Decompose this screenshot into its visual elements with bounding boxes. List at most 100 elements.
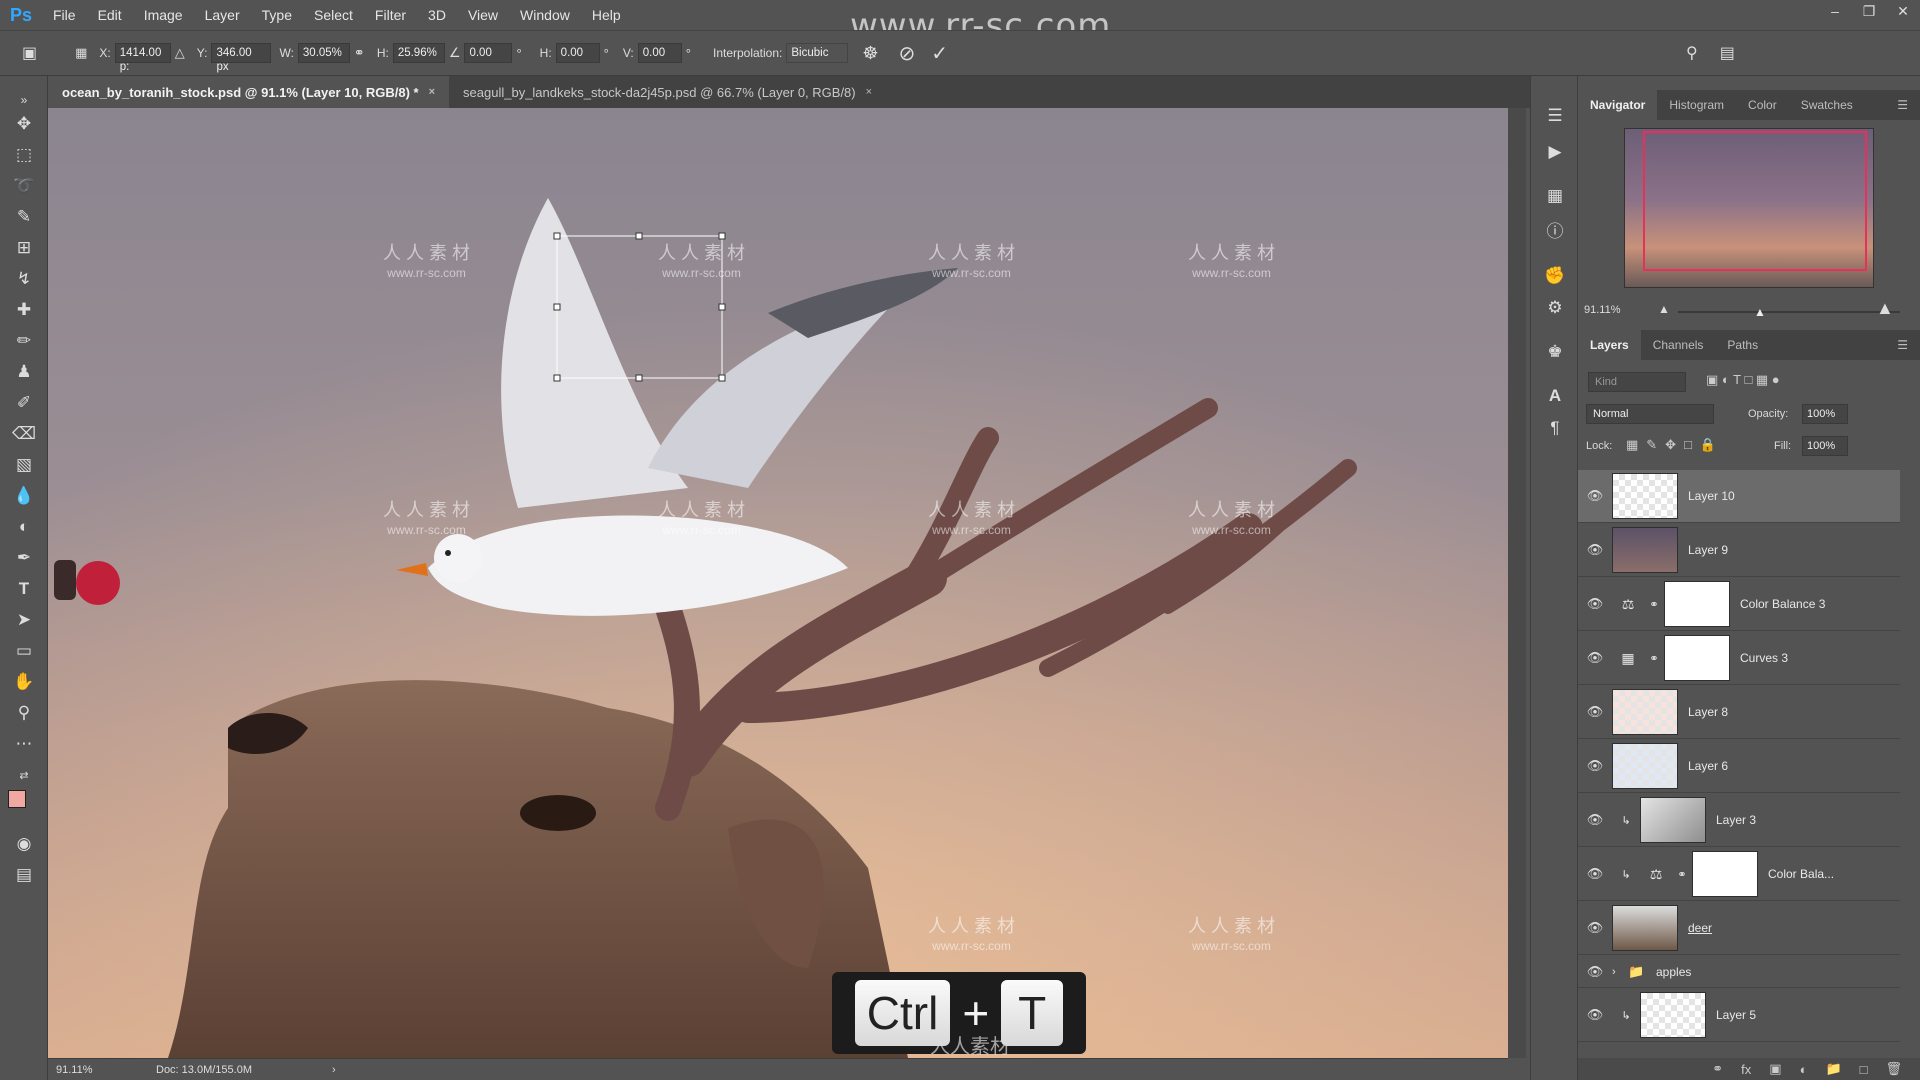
height-field[interactable]: 25.96% [392,43,445,63]
navigator-thumbnail[interactable] [1624,128,1874,288]
hand-tool-icon[interactable]: ✋ [9,668,39,696]
visibility-eye-icon[interactable]: 👁 [1578,704,1612,720]
panel-menu-icon[interactable]: ☰ [1885,90,1920,120]
v-skew-field[interactable]: 0.00 [637,43,682,63]
layer-row[interactable]: 👁 ⚖ ⚭ Color Balance 3 [1578,578,1900,631]
tab-seagull-document[interactable]: seagull_by_landkeks_stock-da2j45p.psd @ … [449,76,887,108]
tab-close-icon[interactable]: × [429,86,435,98]
navigator-zoom[interactable]: 91.11% [1584,304,1621,316]
tab-histogram[interactable]: Histogram [1657,90,1736,120]
tab-layers[interactable]: Layers [1578,330,1641,360]
zoom-tool-icon[interactable]: ⚲ [9,699,39,727]
zoom-in-icon[interactable]: ▲ [1876,298,1894,319]
menu-window[interactable]: Window [509,0,581,30]
status-arrow-icon[interactable]: › [332,1064,336,1076]
layer-row[interactable]: 👁 Layer 8 [1578,686,1900,739]
y-field[interactable]: 346.00 px [211,43,272,73]
layer-row[interactable]: 👁 ↳ ⚖ ⚭ Color Bala... [1578,848,1900,901]
mask-link-icon[interactable]: ⚭ [1644,598,1664,611]
fill-field[interactable]: 100% [1802,436,1848,456]
cancel-transform-icon[interactable]: ⊘ [899,41,916,66]
layer-row[interactable]: 👁 ↳ Layer 5 [1578,989,1900,1042]
layer-row[interactable]: 👁 Layer 9 [1578,524,1900,577]
menu-type[interactable]: Type [251,0,303,30]
mask-link-icon[interactable]: ⚭ [1644,652,1664,665]
brush-settings-icon[interactable]: ✊ [1541,262,1569,290]
restore-icon[interactable]: ❐ [1852,0,1886,24]
navigator-view-box[interactable] [1643,131,1867,271]
layer-row[interactable]: 👁 Layer 10 [1578,470,1900,523]
visibility-eye-icon[interactable]: 👁 [1578,596,1612,612]
menu-view[interactable]: View [457,0,509,30]
brush-tool-icon[interactable]: ✏ [9,327,39,355]
history-panel-icon[interactable]: ☰ [1541,102,1569,130]
tab-channels[interactable]: Channels [1641,330,1716,360]
visibility-eye-icon[interactable]: 👁 [1578,542,1612,558]
dodge-tool-icon[interactable]: ◐ [9,513,39,541]
healing-brush-tool-icon[interactable]: ✚ [9,296,39,324]
swap-colors-icon[interactable]: ⇄ [9,762,39,790]
zoom-level[interactable]: 91.11% [56,1064,136,1076]
tab-color[interactable]: Color [1736,90,1789,120]
foreground-color-swatch[interactable] [8,790,26,808]
menu-edit[interactable]: Edit [87,0,133,30]
quick-mask-icon[interactable]: ◉ [9,830,39,858]
clone-stamp-tool-icon[interactable]: ♟ [9,358,39,386]
visibility-eye-icon[interactable]: 👁 [1578,812,1612,828]
commit-transform-icon[interactable]: ✓ [931,41,948,66]
layer-group-row[interactable]: 👁 › 📁 apples [1578,956,1900,988]
tab-paths[interactable]: Paths [1715,330,1770,360]
eraser-tool-icon[interactable]: ⌫ [9,420,39,448]
rectangle-tool-icon[interactable]: ▭ [9,637,39,665]
workspace-icon[interactable]: ▤ [1720,43,1735,63]
mask-link-icon[interactable]: ⚭ [1672,868,1692,881]
new-layer-icon[interactable]: □ [1860,1062,1868,1077]
layer-filter-kind[interactable]: Kind [1588,372,1686,392]
width-field[interactable]: 30.05% [297,43,350,63]
path-selection-tool-icon[interactable]: ➤ [9,606,39,634]
blur-tool-icon[interactable]: 💧 [9,482,39,510]
interpolation-select[interactable]: Bicubic [786,43,849,63]
menu-filter[interactable]: Filter [364,0,417,30]
visibility-eye-icon[interactable]: 👁 [1578,758,1612,774]
visibility-eye-icon[interactable]: 👁 [1578,866,1612,882]
blend-mode-select[interactable]: Normal [1586,404,1714,424]
more-tools-icon[interactable]: ⋯ [9,730,39,758]
group-expand-chevron-icon[interactable]: › [1612,966,1628,978]
gradient-tool-icon[interactable]: ▧ [9,451,39,479]
adjustments-panel-icon[interactable]: ▦ [1541,182,1569,210]
close-icon[interactable]: ✕ [1886,0,1920,24]
lasso-tool-icon[interactable]: ➰ [9,172,39,200]
character-panel-icon[interactable]: A [1541,382,1569,410]
angle-field[interactable]: 0.00 [464,43,513,63]
menu-layer[interactable]: Layer [194,0,251,30]
crop-tool-icon[interactable]: ⊞ [9,234,39,262]
layer-row[interactable]: 👁 Layer 6 [1578,740,1900,793]
visibility-eye-icon[interactable]: 👁 [1578,964,1612,980]
h-skew-field[interactable]: 0.00 [555,43,600,63]
layer-filter-icons[interactable]: ▣ ◐ T □ ▦ ● [1706,372,1886,392]
warp-mode-icon[interactable]: ☸ [862,43,878,64]
paragraph-panel-icon[interactable]: ¶ [1541,414,1569,442]
menu-3d[interactable]: 3D [417,0,457,30]
visibility-eye-icon[interactable]: 👁 [1578,1007,1612,1023]
search-icon[interactable]: ⚲ [1686,43,1698,63]
history-brush-tool-icon[interactable]: ✐ [9,389,39,417]
opacity-field[interactable]: 100% [1802,404,1848,424]
pen-tool-icon[interactable]: ✒ [9,544,39,572]
vertical-scrollbar[interactable] [1508,108,1526,1058]
type-tool-icon[interactable]: T [9,575,39,603]
layer-row[interactable]: 👁 ▦ ⚭ Curves 3 [1578,632,1900,685]
eyedropper-tool-icon[interactable]: ↯ [9,265,39,293]
menu-help[interactable]: Help [581,0,632,30]
delete-layer-icon[interactable]: 🗑 [1885,1061,1902,1077]
link-layers-icon[interactable]: ⚭ [1712,1061,1723,1077]
quick-select-tool-icon[interactable]: ✎ [9,203,39,231]
zoom-slider-thumb[interactable]: ▲ [1754,305,1766,319]
layer-row[interactable]: 👁 ↳ Layer 3 [1578,794,1900,847]
fx-icon[interactable]: fx [1741,1062,1751,1077]
screen-mode-icon[interactable]: ▤ [9,861,39,889]
visibility-eye-icon[interactable]: 👁 [1578,920,1612,936]
new-group-icon[interactable]: 📁 [1825,1061,1841,1077]
delta-icon[interactable]: △ [175,45,185,61]
